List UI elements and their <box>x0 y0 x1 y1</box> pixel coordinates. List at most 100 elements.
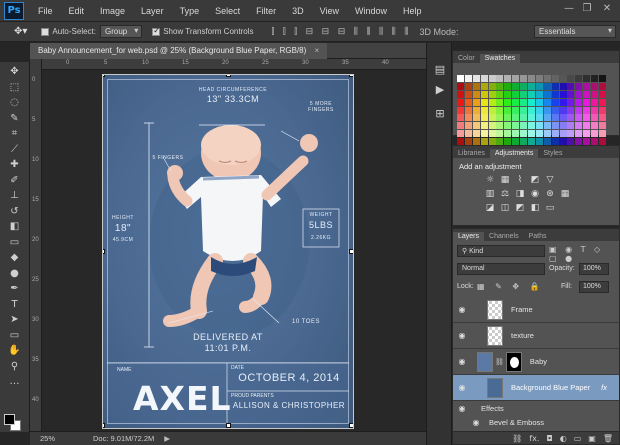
restore-button[interactable]: ❐ <box>580 3 594 15</box>
posterize-icon[interactable]: ◫ <box>500 203 510 213</box>
color-swatch[interactable] <box>567 106 575 114</box>
color-swatch[interactable] <box>535 90 543 98</box>
color-swatch[interactable] <box>496 114 504 122</box>
color-swatch[interactable] <box>472 90 480 98</box>
bevel-emboss-row[interactable]: ◉ Bevel & Emboss <box>453 415 619 429</box>
color-swatch[interactable] <box>480 90 488 98</box>
color-swatch[interactable] <box>464 122 472 130</box>
color-lookup-icon[interactable]: ▦ <box>560 189 570 199</box>
transform-handle[interactable] <box>226 75 231 77</box>
new-adjustment-icon[interactable]: ◐ <box>560 434 567 443</box>
tab-paths[interactable]: Paths <box>524 232 552 241</box>
color-swatch[interactable] <box>520 130 528 138</box>
color-swatch[interactable] <box>504 98 512 106</box>
color-swatch[interactable] <box>567 90 575 98</box>
color-swatch[interactable] <box>528 106 536 114</box>
hue-saturation-icon[interactable]: ▥ <box>485 189 495 199</box>
color-swatch[interactable] <box>480 106 488 114</box>
foreground-color-swatch[interactable] <box>4 414 15 425</box>
black-white-icon[interactable]: ◨ <box>515 189 525 199</box>
color-swatch[interactable] <box>575 90 583 98</box>
color-swatch[interactable] <box>457 98 464 106</box>
crop-tool-icon[interactable]: ⌗ <box>4 126 26 142</box>
color-swatch[interactable] <box>543 82 551 90</box>
color-swatch[interactable] <box>512 98 520 106</box>
workspace-select[interactable]: Essentials <box>534 25 616 38</box>
color-swatch[interactable] <box>528 122 536 130</box>
tab-libraries[interactable]: Libraries <box>453 149 490 158</box>
channel-mixer-icon[interactable]: ⊛ <box>545 189 555 199</box>
color-swatch[interactable] <box>464 114 472 122</box>
color-swatch[interactable] <box>559 122 567 130</box>
color-swatch[interactable] <box>496 106 504 114</box>
menu-file[interactable]: File <box>30 6 61 16</box>
menu-edit[interactable]: Edit <box>61 6 93 16</box>
color-swatch[interactable] <box>583 98 591 106</box>
menu-view[interactable]: View <box>312 6 347 16</box>
color-swatch[interactable] <box>457 90 464 98</box>
color-swatch[interactable] <box>575 98 583 106</box>
color-swatch[interactable] <box>567 122 575 130</box>
eraser-tool-icon[interactable]: ◧ <box>4 219 26 235</box>
color-swatch[interactable] <box>496 122 504 130</box>
visibility-eye-icon[interactable]: ◉ <box>453 331 471 340</box>
menu-select[interactable]: Select <box>207 6 248 16</box>
layer-row-background-blue-paper[interactable]: ◉ Background Blue Paper fx <box>453 375 619 401</box>
color-swatch[interactable] <box>504 114 512 122</box>
color-swatch[interactable] <box>583 106 591 114</box>
gradient-tool-icon[interactable]: ▭ <box>4 235 26 251</box>
color-balance-icon[interactable]: ⚖ <box>500 189 510 199</box>
color-swatch[interactable] <box>472 75 480 82</box>
layer-row-baby[interactable]: ◉ ⛓ Baby <box>453 349 619 375</box>
color-swatch[interactable] <box>551 82 559 90</box>
layer-mask-thumbnail[interactable] <box>505 351 522 372</box>
transform-handle[interactable] <box>349 75 353 77</box>
color-swatch[interactable] <box>543 90 551 98</box>
actions-panel-icon[interactable]: ▶ <box>433 83 447 97</box>
quick-select-tool-icon[interactable]: ✎ <box>4 111 26 127</box>
color-swatch[interactable] <box>488 130 496 138</box>
color-swatch[interactable] <box>543 75 551 82</box>
auto-select-target-select[interactable]: Group <box>99 25 143 38</box>
visibility-eye-icon[interactable]: ◉ <box>467 418 485 427</box>
color-swatch[interactable] <box>464 82 472 90</box>
type-tool-icon[interactable]: T <box>4 297 26 313</box>
color-swatch[interactable] <box>583 114 591 122</box>
blur-tool-icon[interactable]: ◆ <box>4 250 26 266</box>
color-swatch[interactable] <box>559 90 567 98</box>
color-swatch[interactable] <box>599 82 607 90</box>
color-swatch[interactable] <box>480 75 488 82</box>
color-swatch[interactable] <box>488 114 496 122</box>
tab-styles[interactable]: Styles <box>538 149 567 158</box>
transform-handle[interactable] <box>349 249 353 254</box>
color-swatch[interactable] <box>559 106 567 114</box>
color-swatch[interactable] <box>599 90 607 98</box>
document-canvas[interactable]: HEAD CIRCUMFERENCE 13" 33.3CM 5 MORE FIN… <box>102 74 354 429</box>
move-tool-icon[interactable]: ✥ <box>4 64 26 80</box>
color-swatch[interactable] <box>504 90 512 98</box>
color-swatch[interactable] <box>551 90 559 98</box>
pen-tool-icon[interactable]: ✒ <box>4 281 26 297</box>
eyedropper-tool-icon[interactable]: ⟋ <box>4 142 26 158</box>
color-swatch[interactable] <box>480 130 488 138</box>
brush-tool-icon[interactable]: ✐ <box>4 173 26 189</box>
color-swatch[interactable] <box>488 122 496 130</box>
color-swatch[interactable] <box>504 122 512 130</box>
color-swatch[interactable] <box>464 75 472 82</box>
color-swatch[interactable] <box>535 122 543 130</box>
color-swatch[interactable] <box>543 106 551 114</box>
marquee-tool-icon[interactable]: ⬚ <box>4 80 26 96</box>
color-swatch[interactable] <box>551 114 559 122</box>
color-swatch[interactable] <box>480 114 488 122</box>
hand-tool-icon[interactable]: ✋ <box>4 343 26 359</box>
blend-mode-select[interactable]: Normal <box>457 263 545 275</box>
color-swatch[interactable] <box>535 130 543 138</box>
color-swatch[interactable] <box>457 130 464 138</box>
color-swatch[interactable] <box>599 122 607 130</box>
layer-filter-icons[interactable]: ▣ ◉ T ◇ ▢ ● <box>549 245 619 263</box>
color-swatch[interactable] <box>488 106 496 114</box>
close-window-button[interactable]: ✕ <box>600 3 614 15</box>
color-swatch[interactable] <box>551 130 559 138</box>
show-transform-checkbox[interactable] <box>152 26 161 36</box>
color-swatch[interactable] <box>591 90 599 98</box>
